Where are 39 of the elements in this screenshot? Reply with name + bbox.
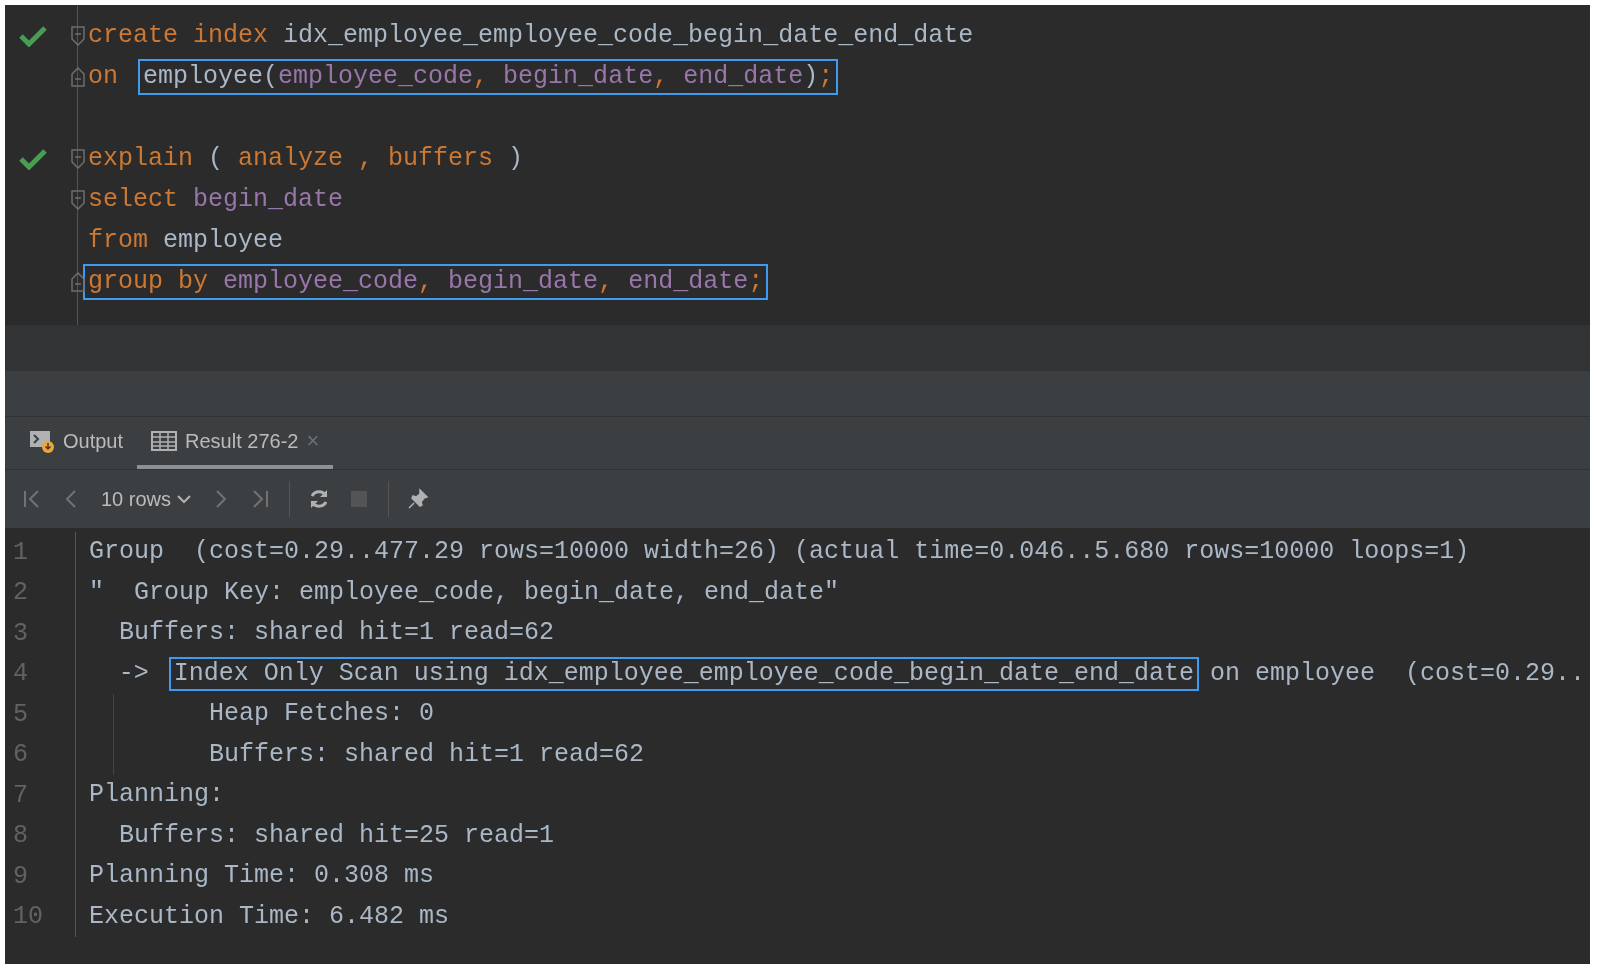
result-text: Planning: [88,779,226,812]
fold-icon[interactable] [71,148,85,169]
console-icon [29,429,55,453]
line-number: 2 [12,578,29,608]
line-number: 7 [12,780,29,810]
line-number: 9 [12,861,29,891]
highlighted-code: employee(employee_code, begin_date, end_date); [138,58,839,95]
line-number: 8 [12,821,29,851]
code-text: create index idx_employee_employee_code_begin_date_end_date [87,19,975,52]
line-number: 3 [12,618,29,648]
line-number: 4 [12,659,29,689]
result-text: Execution Time: 6.482 ms [88,900,451,933]
line-number: 6 [12,740,29,770]
result-text: Group (cost=0.29..477.29 rows=10000 width=26) (actual time=0.046..5.680 rows=10000 loops=1) [88,536,1471,569]
result-text: on employee (cost=0.29.. [1208,657,1586,690]
result-text: -> [117,657,150,690]
result-text: Buffers: shared hit=1 read=62 [208,738,646,771]
fold-icon[interactable] [71,25,85,46]
fold-icon[interactable] [71,189,85,210]
result-tab[interactable]: Output [15,417,138,469]
result-text: Planning Time: 0.308 ms [88,860,436,893]
result-text: Heap Fetches: 0 [208,698,436,731]
code-text: on [87,60,119,93]
chevron-down-icon [177,494,192,504]
fold-icon[interactable] [71,66,85,87]
highlighted-code: group by employee_code, begin_date, end_date; [83,263,769,300]
highlighted-text: Index Only Scan using idx_employee_employee_code_begin_date_end_date [168,656,1199,691]
code-text: from employee [87,224,285,257]
result-text: " Group Key: employee_code, begin_date, end_date" [88,576,841,609]
line-number: 10 [12,902,44,932]
result-text: Buffers: shared hit=1 read=62 [118,617,556,650]
line-number: 5 [12,699,29,729]
fold-icon[interactable] [71,271,85,292]
result-text: Buffers: shared hit=25 read=1 [118,819,556,852]
page-size-dropdown[interactable]: 10 rows [95,483,198,515]
code-text: select begin_date [87,183,345,216]
code-text: explain ( analyze , buffers ) [87,142,525,175]
line-number: 1 [12,537,29,567]
table-icon [151,430,178,452]
